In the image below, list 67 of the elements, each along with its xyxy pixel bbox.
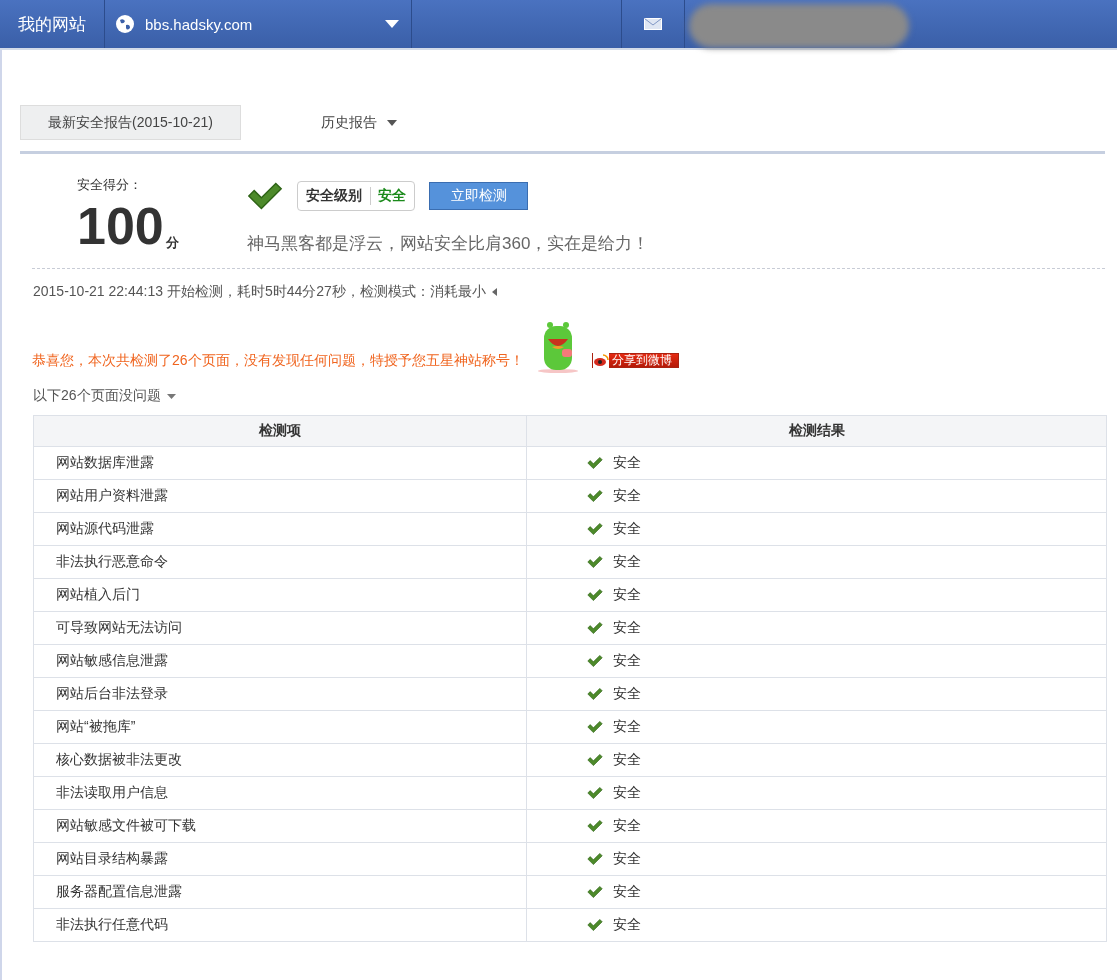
column-header: 检测项: [33, 415, 527, 447]
report-tab[interactable]: 最新安全报告(2015-10-21): [20, 105, 241, 140]
result-text: 安全: [613, 487, 641, 505]
result-text: 安全: [613, 718, 641, 736]
column-header: 检测结果: [526, 415, 1107, 447]
score-unit: 分: [165, 234, 179, 252]
result-text: 安全: [613, 619, 641, 637]
check-icon: [587, 653, 603, 669]
check-icon: [587, 488, 603, 504]
check-item-cell: 网站目录结构暴露: [33, 842, 527, 876]
check-icon: [587, 884, 603, 900]
check-item-cell: 网站源代码泄露: [33, 512, 527, 546]
check-item-cell: 服务器配置信息泄露: [33, 875, 527, 909]
score-label: 安全得分：: [77, 176, 143, 194]
result-text: 安全: [613, 883, 641, 901]
caret-icon[interactable]: [491, 288, 497, 296]
caret-icon: [385, 20, 399, 28]
slogan-text: 神马黑客都是浮云，网站安全比肩360，实在是给力！: [247, 233, 650, 255]
result-text: 安全: [613, 553, 641, 571]
check-item-cell: 非法执行任意代码: [33, 908, 527, 942]
result-text: 安全: [613, 751, 641, 769]
check-item-cell: 网站敏感文件被可下载: [33, 809, 527, 843]
share-to-weibo-button[interactable]: 分享到微博: [591, 353, 679, 368]
check-item-cell: 网站数据库泄露: [33, 446, 527, 480]
result-text: 安全: [613, 652, 641, 670]
congratulations-text: 恭喜您，本次共检测了26个页面，没有发现任何问题，特授予您五星神站称号！: [32, 352, 524, 370]
caret-icon[interactable]: [166, 393, 176, 399]
check-item-cell: 可导致网站无法访问: [33, 611, 527, 645]
result-text: 安全: [613, 454, 641, 472]
mail-icon[interactable]: [643, 18, 662, 30]
site-title: 我的网站: [0, 0, 105, 48]
check-icon: [587, 587, 603, 603]
result-text: 安全: [613, 916, 641, 934]
scan-info-text: 2015-10-21 22:44:13 开始检测，耗时5时44分27秒，检测模式：消耗最小: [33, 283, 486, 301]
check-item-cell: 核心数据被非法更改: [33, 743, 527, 777]
check-icon: [587, 554, 603, 570]
check-icon: [587, 686, 603, 702]
check-item-cell: 非法执行恶意命令: [33, 545, 527, 579]
check-icon: [587, 521, 603, 537]
check-icon: [587, 719, 603, 735]
result-text: 安全: [613, 520, 641, 538]
check-item-cell: 网站植入后门: [33, 578, 527, 612]
check-item-cell: 网站敏感信息泄露: [33, 644, 527, 678]
report-tab[interactable]: 历史报告: [294, 105, 423, 140]
check-item-cell: 网站“被拖库”: [33, 710, 527, 744]
check-item-cell: 网站后台非法登录: [33, 677, 527, 711]
result-text: 安全: [613, 784, 641, 802]
check-icon: [587, 785, 603, 801]
security-level-badge: 安全级别 安全: [297, 181, 415, 211]
check-icon: [587, 620, 603, 636]
check-icon: [587, 752, 603, 768]
pages-summary-toggle[interactable]: 以下26个页面没问题: [33, 387, 161, 405]
result-text: 安全: [613, 586, 641, 604]
score-value: 100: [77, 200, 164, 252]
result-text: 安全: [613, 685, 641, 703]
check-item-cell: 非法读取用户信息: [33, 776, 527, 810]
check-icon: [587, 455, 603, 471]
caret-icon: [386, 119, 397, 126]
result-text: 安全: [613, 817, 641, 835]
globe-icon: [115, 14, 135, 34]
check-icon: [587, 851, 603, 867]
weibo-icon: [592, 353, 609, 368]
check-icon: [587, 917, 603, 933]
check-item-cell: 网站用户资料泄露: [33, 479, 527, 513]
check-icon: [587, 818, 603, 834]
site-selector[interactable]: bbs.hadsky.com: [105, 0, 412, 48]
result-text: 安全: [613, 850, 641, 868]
